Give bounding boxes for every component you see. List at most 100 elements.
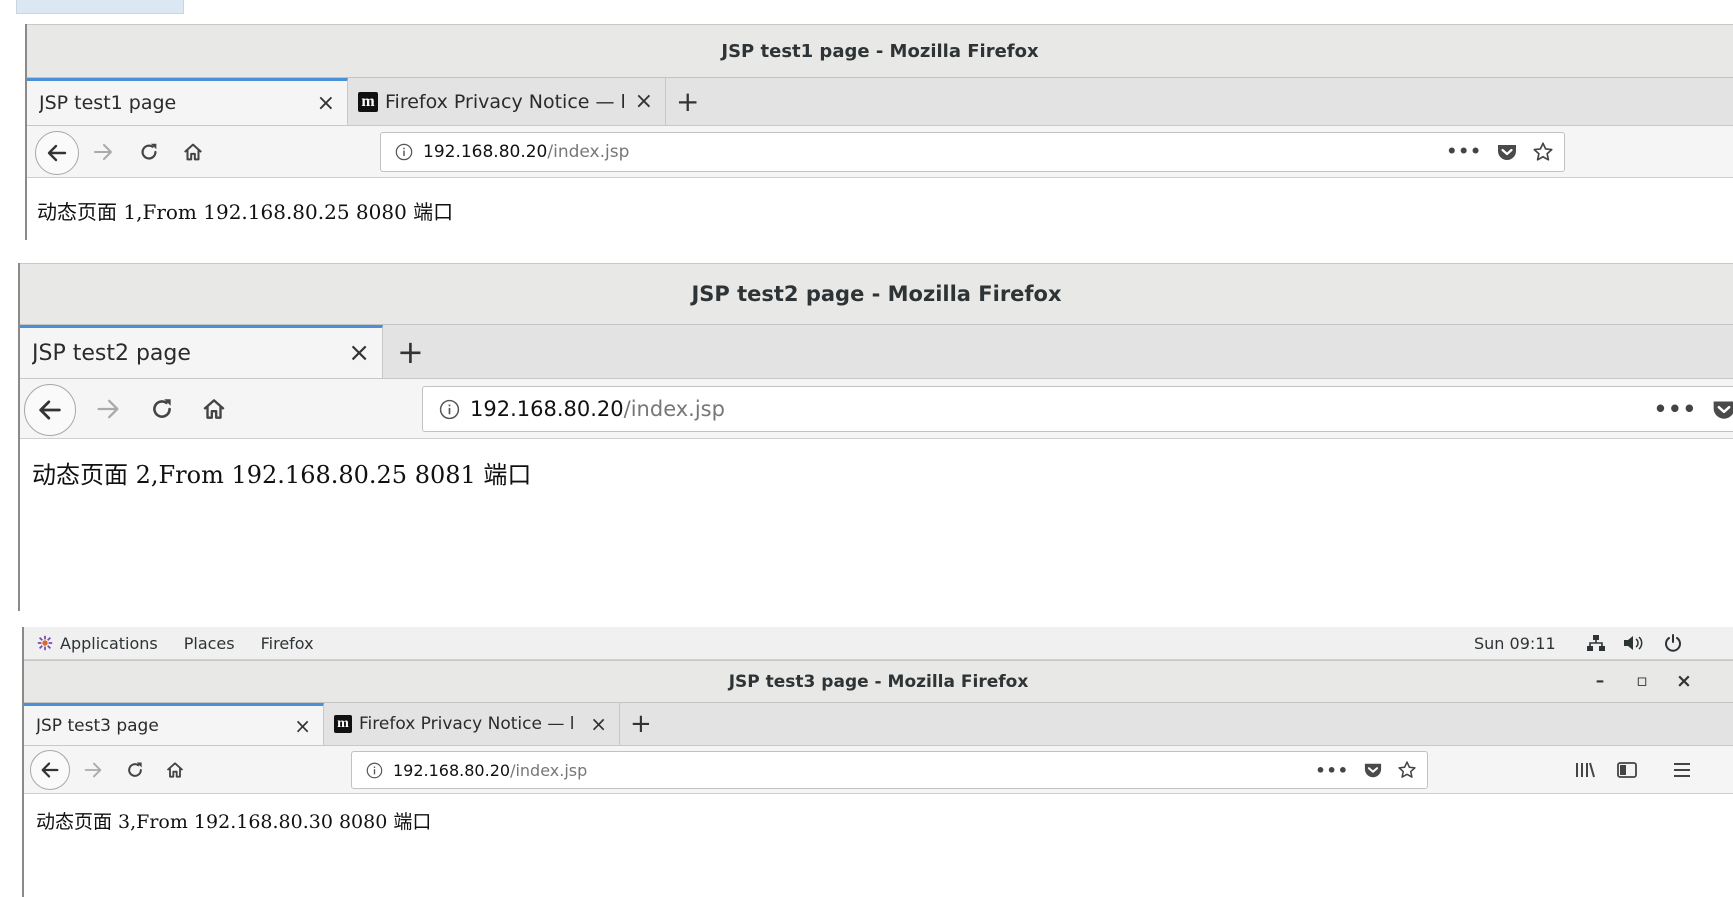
window-title: JSP test2 page - Mozilla Firefox — [691, 282, 1062, 306]
url-bar[interactable]: 192.168.80.20/index.jsp ••• — [380, 132, 1565, 172]
tab-jsp-test3[interactable]: JSP test3 page × — [24, 703, 324, 745]
back-button[interactable] — [35, 131, 79, 175]
url-path: /index.jsp — [510, 760, 588, 780]
tab-strip: JSP test2 page × + — [20, 325, 1733, 379]
pocket-icon[interactable] — [1363, 761, 1383, 779]
home-button[interactable] — [162, 757, 188, 783]
tab-firefox-privacy-notice[interactable]: m Firefox Privacy Notice — l × — [348, 78, 666, 125]
url-path: /index.jsp — [547, 142, 630, 162]
info-icon[interactable] — [395, 143, 413, 161]
tab-jsp-test2[interactable]: JSP test2 page × — [20, 325, 383, 378]
library-icon[interactable] — [1574, 761, 1596, 779]
tab-strip: JSP test3 page × m Firefox Privacy Notic… — [24, 703, 1733, 746]
page-text: 动态页面 3,From 192.168.80.30 8080 端口 — [36, 811, 432, 833]
url-tools: ••• — [1654, 387, 1733, 431]
minimize-button[interactable]: – — [1590, 671, 1610, 691]
applications-menu-icon[interactable] — [36, 634, 54, 652]
close-tab-icon[interactable]: × — [294, 714, 311, 738]
reload-icon — [125, 760, 145, 780]
close-tab-icon[interactable]: × — [590, 712, 607, 736]
url-host: 192.168.80.20 — [423, 142, 548, 162]
power-icon[interactable] — [1663, 633, 1683, 653]
navigation-toolbar: 192.168.80.20/index.jsp ••• — [27, 126, 1733, 178]
firefox-window-1: JSP test1 page - Mozilla Firefox JSP tes… — [25, 24, 1733, 240]
screenshot-selection-chip — [16, 0, 184, 14]
menu-icon[interactable] — [1672, 760, 1692, 780]
tab-label: JSP test3 page — [36, 715, 159, 736]
window-title-bar: JSP test3 page - Mozilla Firefox – ▫ × — [24, 660, 1733, 703]
forward-arrow-icon — [82, 759, 104, 781]
page-text: 动态页面 2,From 192.168.80.25 8081 端口 — [32, 461, 532, 489]
back-button[interactable] — [30, 750, 70, 790]
navigation-toolbar: 192.168.80.20/index.jsp ••• — [24, 746, 1733, 794]
window-title: JSP test1 page - Mozilla Firefox — [721, 40, 1039, 62]
close-window-button[interactable]: × — [1674, 670, 1694, 692]
plus-icon: + — [397, 332, 424, 371]
tab-firefox-privacy-notice[interactable]: m Firefox Privacy Notice — l × — [324, 703, 620, 745]
reload-icon — [138, 141, 160, 163]
new-tab-button[interactable]: + — [666, 78, 709, 125]
desktop-top-panel: Applications Places Firefox Sun 09:11 — [24, 627, 1733, 660]
tab-label: Firefox Privacy Notice — l — [385, 90, 626, 113]
back-button[interactable] — [24, 384, 76, 436]
new-tab-button[interactable]: + — [383, 325, 434, 378]
url-host: 192.168.80.20 — [393, 760, 511, 780]
home-icon — [165, 760, 185, 780]
maximize-button[interactable]: ▫ — [1632, 671, 1652, 691]
home-button[interactable] — [179, 138, 207, 166]
forward-arrow-icon — [91, 140, 115, 164]
forward-button[interactable] — [89, 138, 117, 166]
tab-jsp-test1[interactable]: JSP test1 page × — [27, 78, 348, 125]
page-actions-icon[interactable]: ••• — [1654, 397, 1697, 421]
close-tab-icon[interactable]: × — [635, 89, 653, 114]
reload-button[interactable] — [122, 757, 148, 783]
url-path: /index.jsp — [623, 397, 725, 421]
pocket-icon[interactable] — [1496, 142, 1518, 162]
info-icon[interactable] — [439, 399, 460, 420]
url-host: 192.168.80.20 — [470, 397, 624, 421]
url-bar[interactable]: 192.168.80.20/index.jsp ••• — [422, 386, 1733, 432]
close-tab-icon[interactable]: × — [348, 338, 370, 368]
window-title-bar: JSP test1 page - Mozilla Firefox — [27, 24, 1733, 78]
page-content: 动态页面 3,From 192.168.80.30 8080 端口 — [24, 797, 1733, 844]
home-icon — [201, 396, 227, 422]
url-bar[interactable]: 192.168.80.20/index.jsp ••• — [351, 751, 1428, 789]
sidebar-icon[interactable] — [1616, 760, 1638, 780]
tab-strip: JSP test1 page × m Firefox Privacy Notic… — [27, 78, 1733, 126]
new-tab-button[interactable]: + — [620, 703, 662, 745]
reload-icon — [149, 396, 175, 422]
url-tools: ••• — [1446, 133, 1554, 171]
page-text: 动态页面 1,From 192.168.80.25 8080 端口 — [37, 200, 454, 224]
info-icon[interactable] — [366, 762, 383, 779]
close-tab-icon[interactable]: × — [317, 91, 335, 116]
star-icon[interactable] — [1532, 141, 1554, 163]
network-icon[interactable] — [1586, 634, 1606, 652]
reload-button[interactable] — [135, 138, 163, 166]
back-arrow-icon — [39, 759, 61, 781]
plus-icon: + — [630, 709, 652, 739]
page-actions-icon[interactable]: ••• — [1315, 761, 1349, 780]
forward-button[interactable] — [92, 393, 124, 425]
page-actions-icon[interactable]: ••• — [1446, 142, 1482, 162]
mozilla-favicon-icon: m — [358, 91, 378, 112]
applications-menu[interactable]: Applications — [60, 634, 158, 653]
forward-arrow-icon — [94, 395, 122, 423]
star-icon[interactable] — [1397, 760, 1417, 780]
window-title: JSP test3 page - Mozilla Firefox — [728, 671, 1029, 692]
home-button[interactable] — [198, 393, 230, 425]
clock[interactable]: Sun 09:11 — [1474, 634, 1556, 653]
firefox-app-menu[interactable]: Firefox — [261, 634, 314, 653]
pocket-icon[interactable] — [1711, 398, 1733, 421]
navigation-toolbar: 192.168.80.20/index.jsp ••• — [20, 379, 1733, 439]
back-arrow-icon — [45, 141, 69, 165]
volume-icon[interactable] — [1622, 634, 1644, 652]
tab-label: JSP test2 page — [32, 340, 191, 366]
forward-button[interactable] — [80, 757, 106, 783]
page-content: 动态页面 1,From 192.168.80.25 8080 端口 — [27, 184, 1733, 237]
tab-label: JSP test1 page — [39, 92, 177, 114]
url-tools: ••• — [1315, 752, 1417, 788]
reload-button[interactable] — [146, 393, 178, 425]
page-content: 动态页面 2,From 192.168.80.25 8081 端口 — [20, 441, 1733, 504]
places-menu[interactable]: Places — [184, 634, 235, 653]
window-title-bar: JSP test2 page - Mozilla Firefox — [20, 263, 1733, 325]
